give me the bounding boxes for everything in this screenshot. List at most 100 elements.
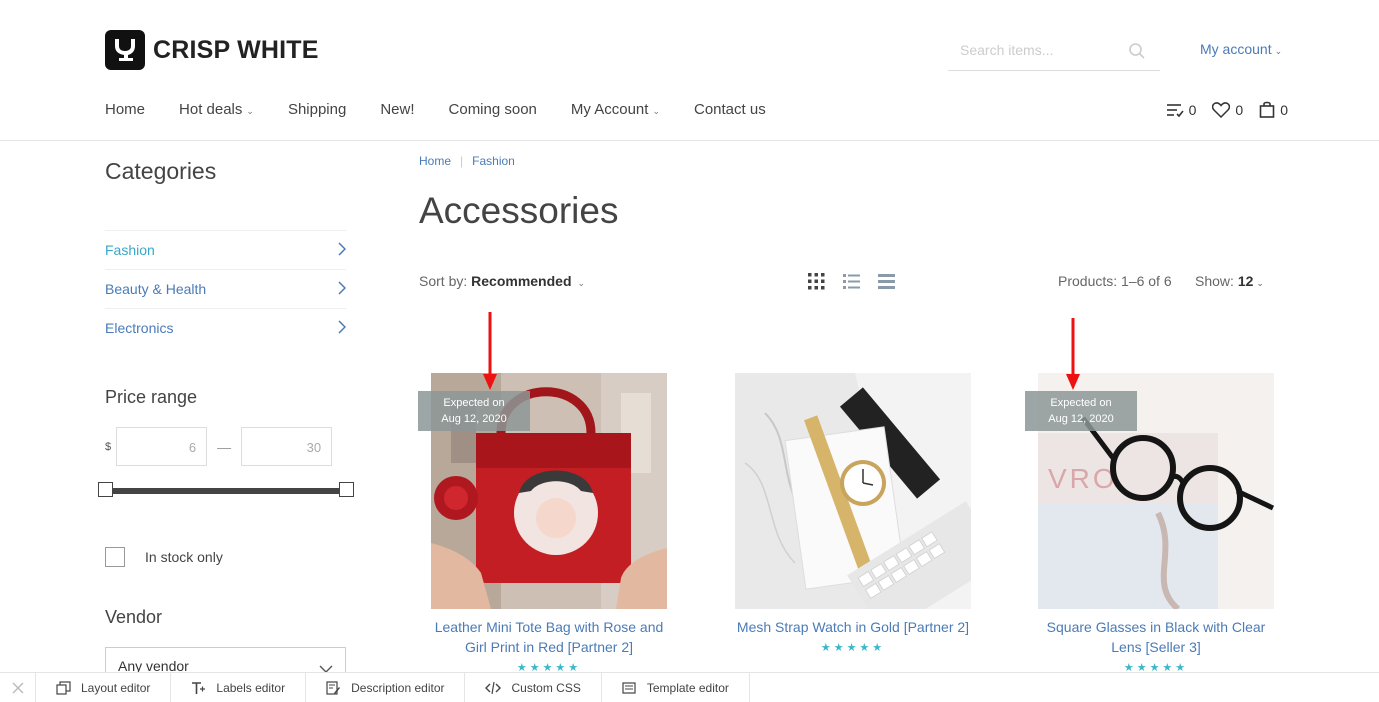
cart-count: 0	[1280, 101, 1288, 118]
compare-button[interactable]: 0	[1166, 101, 1197, 118]
shopping-bag-icon	[1259, 101, 1275, 118]
chevron-down-icon: ⌄	[1274, 46, 1283, 56]
badge-line2: Aug 12, 2020	[1048, 413, 1114, 425]
price-slider-max-handle[interactable]	[339, 482, 354, 497]
chevron-down-icon: ⌄	[577, 278, 586, 288]
chevron-down-icon: ⌄	[1256, 278, 1264, 288]
category-label: Electronics	[105, 320, 174, 336]
category-beauty-health[interactable]: Beauty & Health	[105, 269, 347, 308]
breadcrumb-separator: |	[460, 154, 464, 168]
search-icon[interactable]	[1128, 42, 1146, 65]
svg-text:VRO: VRO	[1048, 463, 1118, 494]
breadcrumb-home[interactable]: Home	[419, 154, 451, 168]
price-max-input[interactable]: 30	[241, 427, 333, 466]
category-electronics[interactable]: Electronics	[105, 308, 347, 347]
products-count: Products: 1–6 of 6	[1058, 273, 1172, 289]
product-name[interactable]: Square Glasses in Black with Clear Lens …	[1038, 617, 1274, 657]
code-icon	[485, 681, 502, 694]
show-value: 12	[1237, 273, 1254, 289]
custom-css-label: Custom CSS	[511, 680, 581, 695]
layout-editor-label: Layout editor	[81, 680, 151, 695]
annotation-arrow-icon	[483, 312, 497, 390]
labels-editor-label: Labels editor	[216, 680, 286, 695]
view-toggles	[808, 273, 913, 295]
nav-my-account[interactable]: My Account ⌄	[571, 101, 660, 118]
product-name[interactable]: Mesh Strap Watch in Gold [Partner 2]	[735, 617, 971, 637]
description-editor-button[interactable]: Description editor	[306, 672, 466, 702]
price-slider-min-handle[interactable]	[98, 482, 113, 497]
header-divider	[0, 140, 1379, 141]
sort-label: Sort by:	[419, 273, 468, 289]
wishlist-button[interactable]: 0	[1212, 102, 1243, 118]
compare-list-icon	[1166, 103, 1184, 117]
nav-shipping[interactable]: Shipping	[288, 101, 346, 118]
layout-editor-button[interactable]: Layout editor	[36, 672, 172, 702]
badge-line1: Expected on	[443, 397, 505, 409]
edit-document-icon	[326, 680, 341, 695]
nav-hot-deals-label: Hot deals	[179, 101, 243, 118]
annotation-arrow-icon	[1066, 318, 1080, 390]
chevron-down-icon: ⌄	[652, 106, 660, 116]
compare-count: 0	[1188, 101, 1197, 118]
price-slider-track[interactable]	[105, 488, 346, 494]
nav-new[interactable]: New!	[380, 101, 414, 118]
compact-list-view-icon[interactable]	[878, 273, 895, 295]
template-editor-label: Template editor	[646, 680, 729, 695]
in-stock-label: In stock only	[145, 549, 223, 565]
chevron-right-icon	[338, 280, 347, 298]
product-image[interactable]	[735, 373, 971, 609]
sort-dropdown[interactable]: Sort by: Recommended ⌄	[419, 273, 585, 289]
sort-value: Recommended	[471, 273, 572, 289]
search-input[interactable]	[948, 34, 1128, 66]
category-list: Fashion Beauty & Health Electronics	[105, 230, 347, 347]
labels-editor-button[interactable]: Labels editor	[171, 672, 307, 702]
categories-title: Categories	[105, 158, 217, 184]
chevron-right-icon	[338, 241, 347, 259]
currency-symbol: $	[105, 440, 112, 453]
rating-stars: ★★★★★	[820, 642, 886, 654]
badge-line1: Expected on	[1050, 397, 1112, 409]
chevron-right-icon	[338, 319, 347, 337]
page-title: Accessories	[419, 190, 619, 231]
grid-view-icon[interactable]	[808, 273, 825, 295]
nav-coming-soon[interactable]: Coming soon	[449, 101, 537, 118]
custom-css-button[interactable]: Custom CSS	[465, 672, 602, 702]
price-separator: —	[217, 438, 232, 455]
cart-button[interactable]: 0	[1259, 101, 1288, 118]
main-nav: Home Hot deals ⌄ Shipping New! Coming soo…	[105, 101, 800, 118]
breadcrumb: Home | Fashion	[419, 154, 515, 168]
product-card[interactable]: Mesh Strap Watch in Gold [Partner 2] ★★★…	[735, 373, 971, 654]
breadcrumb-fashion[interactable]: Fashion	[472, 154, 515, 168]
list-view-icon[interactable]	[843, 273, 860, 295]
vendor-title: Vendor	[105, 607, 163, 627]
show-label: Show:	[1195, 273, 1234, 289]
nav-my-account-label: My Account	[570, 101, 649, 118]
nav-contact-us[interactable]: Contact us	[694, 101, 766, 118]
category-fashion[interactable]: Fashion	[105, 230, 347, 269]
in-stock-checkbox[interactable]	[105, 547, 125, 567]
editor-toolbar: Layout editor Labels editor Description …	[0, 672, 1379, 702]
price-range-inputs: $ 6 — 30	[105, 427, 333, 466]
show-per-page-dropdown[interactable]: Show: 12 ⌄	[1195, 273, 1264, 289]
nav-hot-deals[interactable]: Hot deals ⌄	[179, 101, 254, 118]
my-account-label: My account	[1200, 41, 1272, 57]
close-toolbar-button[interactable]	[0, 672, 36, 702]
category-label: Beauty & Health	[105, 281, 207, 297]
template-editor-button[interactable]: Template editor	[602, 672, 750, 702]
header-icons: 0 0 0	[1150, 101, 1288, 118]
logo-mark-icon	[105, 30, 145, 70]
template-icon	[622, 681, 636, 694]
price-range-title: Price range	[105, 387, 198, 407]
text-icon	[192, 681, 206, 694]
description-editor-label: Description editor	[351, 680, 445, 695]
price-min-input[interactable]: 6	[116, 427, 208, 466]
expected-date-badge: Expected on Aug 12, 2020	[418, 391, 530, 431]
wishlist-count: 0	[1235, 101, 1244, 118]
my-account-link[interactable]: My account ⌄	[1200, 41, 1282, 57]
layout-icon	[56, 680, 71, 695]
nav-home[interactable]: Home	[105, 101, 145, 118]
product-name[interactable]: Leather Mini Tote Bag with Rose and Girl…	[431, 617, 667, 657]
in-stock-filter[interactable]: In stock only	[105, 547, 223, 567]
chevron-down-icon: ⌄	[246, 106, 254, 116]
logo[interactable]: CRISP WHITE	[105, 30, 319, 70]
